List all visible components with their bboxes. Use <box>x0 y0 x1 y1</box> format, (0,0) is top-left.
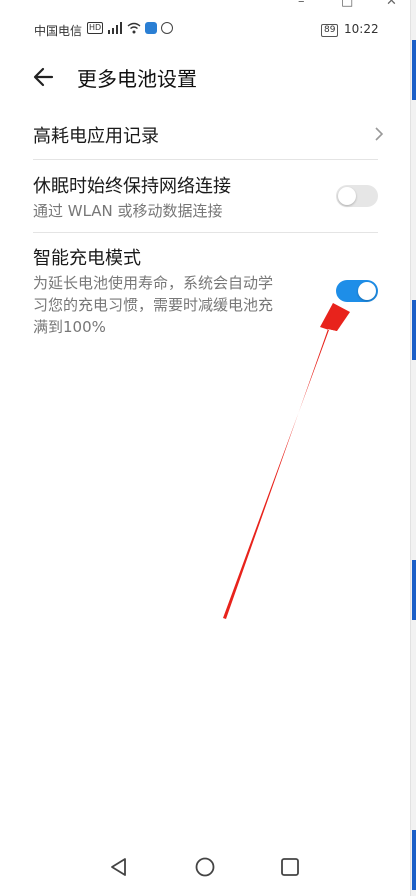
setting-description: 为延长电池使用寿命，系统会自动学 习您的充电习惯，需要时减缓电池充 满到100% <box>33 272 378 338</box>
smart-charging-toggle[interactable] <box>336 280 378 302</box>
setting-label: 高耗电应用记录 <box>33 126 159 147</box>
setting-row-keep-network[interactable]: 休眠时始终保持网络连接 通过 WLAN 或移动数据连接 <box>33 172 378 222</box>
status-bar: 中国电信 HD 89 10:22 <box>0 18 410 44</box>
setting-label: 休眠时始终保持网络连接 <box>33 176 231 197</box>
setting-label: 智能充电模式 <box>33 248 141 269</box>
keep-network-toggle[interactable] <box>336 185 378 207</box>
battery-indicator: 89 <box>321 24 339 37</box>
divider <box>33 159 378 160</box>
window-chrome: – □ ✕ <box>0 0 416 10</box>
minimize-icon[interactable]: – <box>298 0 305 9</box>
page-title: 更多电池设置 <box>77 67 197 91</box>
app-notification-icon <box>145 22 158 34</box>
nav-home-icon[interactable] <box>190 852 220 882</box>
toggle-knob <box>358 282 376 300</box>
back-arrow-icon[interactable] <box>30 62 60 92</box>
setting-description: 通过 WLAN 或移动数据连接 <box>33 202 223 220</box>
signal-icon <box>108 22 123 34</box>
page-header: 更多电池设置 <box>0 58 410 98</box>
description-line: 满到100% <box>33 318 106 336</box>
hd-badge: HD <box>87 22 104 34</box>
carrier-name: 中国电信 <box>34 24 83 38</box>
wifi-icon <box>127 22 141 34</box>
shield-notification-icon <box>161 22 174 34</box>
close-icon[interactable]: ✕ <box>386 0 397 9</box>
description-line: 为延长电池使用寿命，系统会自动学 <box>33 274 274 292</box>
clock: 10:22 <box>344 22 379 36</box>
setting-row-smart-charging[interactable]: 智能充电模式 为延长电池使用寿命，系统会自动学 习您的充电习惯，需要时减缓电池充… <box>33 244 378 338</box>
maximize-icon[interactable]: □ <box>341 0 353 9</box>
divider <box>33 232 378 233</box>
side-edge <box>410 0 416 896</box>
toggle-knob <box>338 187 356 205</box>
nav-recents-icon[interactable] <box>275 852 305 882</box>
description-line: 习您的充电习惯，需要时减缓电池充 <box>33 296 274 314</box>
navigation-bar <box>0 848 410 884</box>
nav-back-icon[interactable] <box>104 852 134 882</box>
chevron-right-icon <box>375 127 384 141</box>
setting-row-high-power-apps[interactable]: 高耗电应用记录 <box>33 122 378 148</box>
